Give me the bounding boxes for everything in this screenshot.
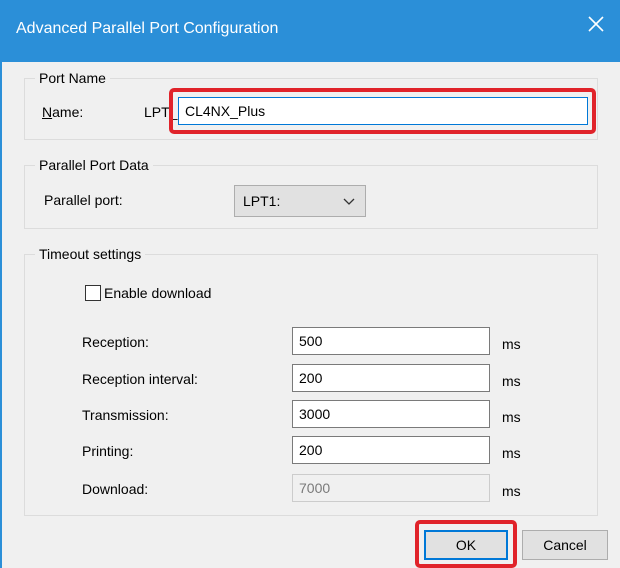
printing-input[interactable]: 200 xyxy=(292,436,490,464)
download-label: Download: xyxy=(82,481,149,497)
chevron-down-icon xyxy=(343,198,355,205)
close-icon[interactable] xyxy=(586,14,606,34)
name-label-rest: ame: xyxy=(52,104,84,120)
transmission-input[interactable]: 3000 xyxy=(292,400,490,428)
name-label-accelerator: N xyxy=(42,104,53,120)
download-unit: ms xyxy=(502,483,521,499)
transmission-unit: ms xyxy=(502,409,521,425)
printing-label: Printing: xyxy=(82,443,134,459)
reception-unit: ms xyxy=(502,336,521,352)
parallel-port-label: Parallel port: xyxy=(44,192,123,208)
title-bar: Advanced Parallel Port Configuration xyxy=(0,0,620,62)
timeout-settings-group-label: Timeout settings xyxy=(35,246,146,262)
cancel-button[interactable]: Cancel xyxy=(522,530,608,560)
reception-interval-label: Reception interval: xyxy=(82,371,198,387)
download-input: 7000 xyxy=(292,474,490,502)
enable-download-label[interactable]: Enable download xyxy=(104,285,211,301)
name-label: Name: xyxy=(42,104,83,120)
enable-download-checkbox[interactable] xyxy=(85,285,101,301)
ok-button-highlight xyxy=(415,520,517,568)
printing-unit: ms xyxy=(502,445,521,461)
parallel-port-data-group-label: Parallel Port Data xyxy=(35,157,153,173)
transmission-label: Transmission: xyxy=(82,407,169,423)
reception-interval-input[interactable]: 200 xyxy=(292,364,490,392)
port-name-highlight xyxy=(169,88,596,134)
parallel-port-select[interactable]: LPT1: xyxy=(234,185,366,217)
reception-label: Reception: xyxy=(82,334,149,350)
reception-input[interactable]: 500 xyxy=(292,327,490,355)
parallel-port-value: LPT1: xyxy=(243,193,281,209)
port-name-group-label: Port Name xyxy=(35,70,110,86)
window-title: Advanced Parallel Port Configuration xyxy=(16,20,279,37)
reception-interval-unit: ms xyxy=(502,373,521,389)
window-border xyxy=(0,62,2,568)
